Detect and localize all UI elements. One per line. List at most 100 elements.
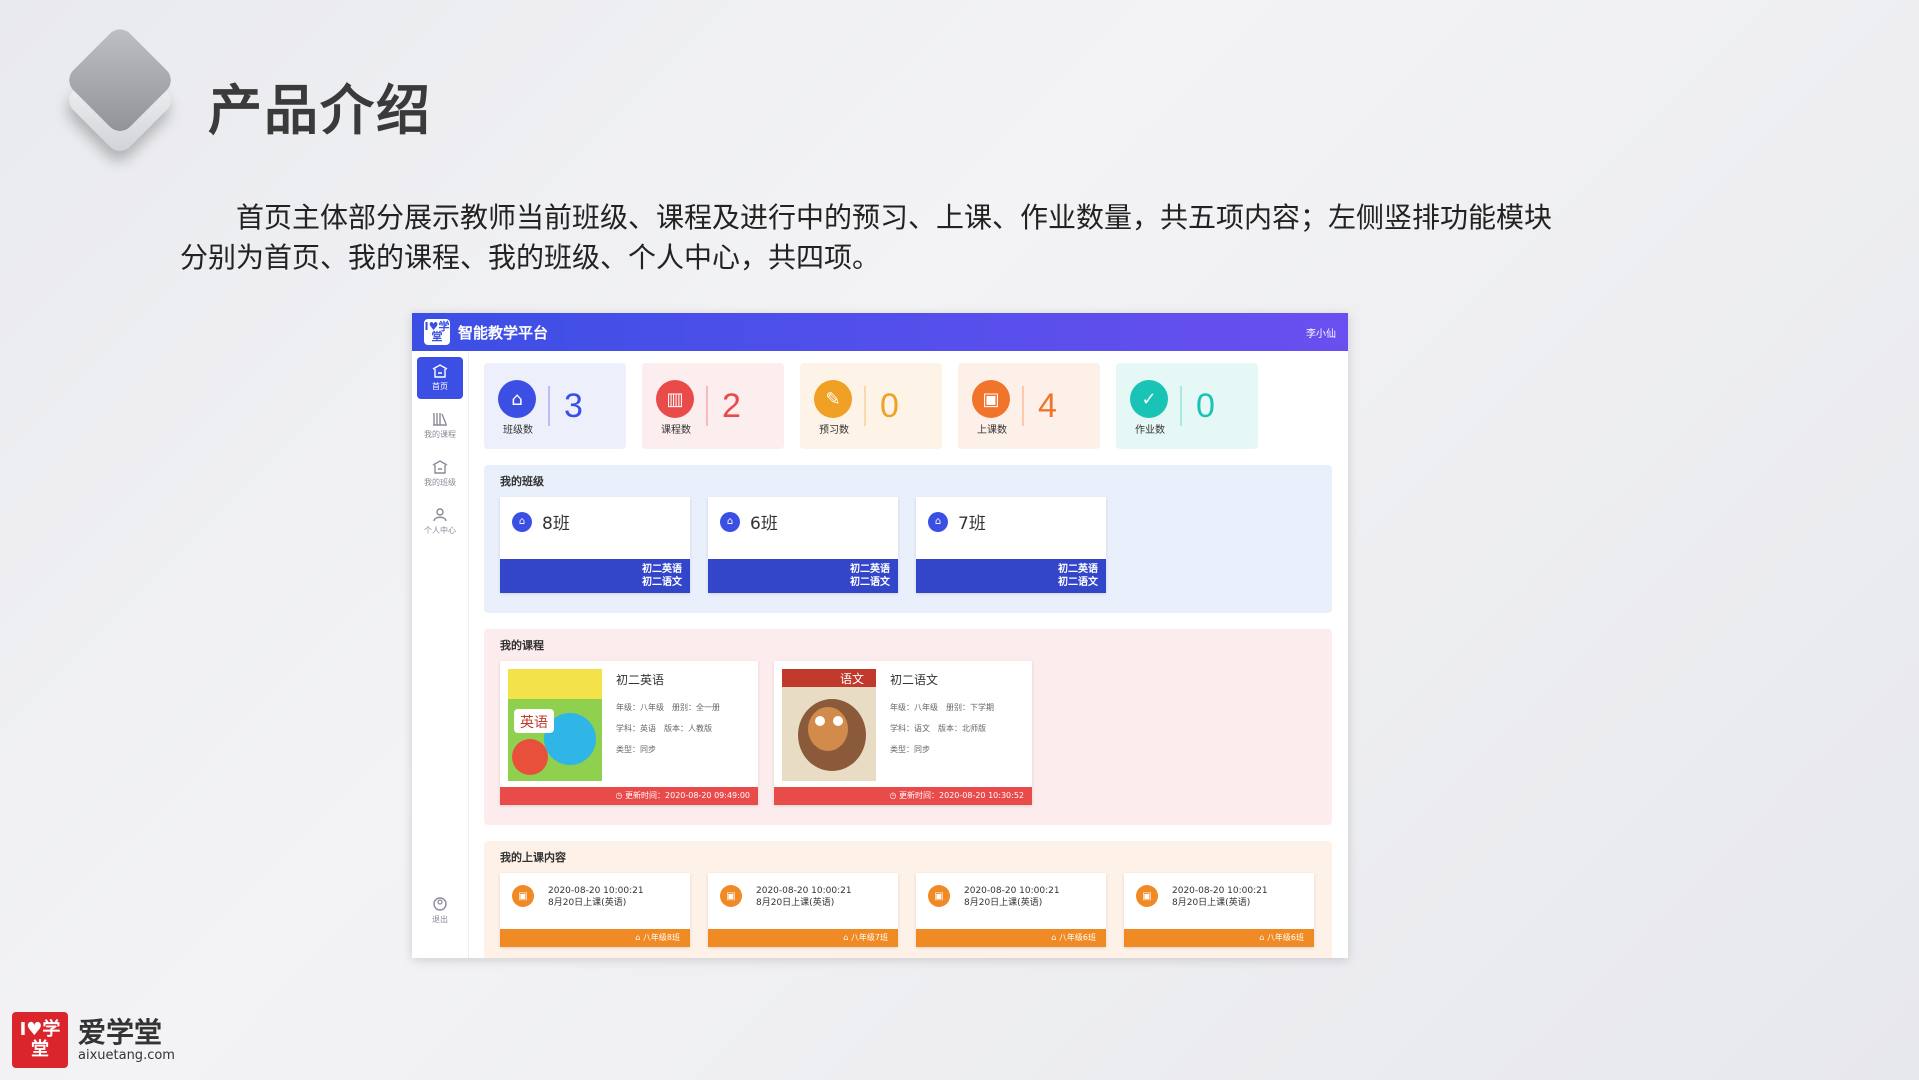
course-updated: ◷ 更新时间：2020-08-20 09:49:00 [500, 787, 758, 805]
sidebar-item-home[interactable]: 首页 [417, 357, 463, 399]
slide-description: 首页主体部分展示教师当前班级、课程及进行中的预习、上课、作业数量，共五项内容；左… [180, 201, 1553, 274]
panel-title: 我的班级 [500, 475, 544, 488]
course-card[interactable]: 语文 初二语文 年级：八年级 册别：下学期 学科：语文 版本：北师版 类型：同步… [774, 661, 1032, 805]
lesson-time: 2020-08-20 10:00:21 [1172, 886, 1268, 896]
lesson-icon: ▣ [928, 885, 950, 907]
main-content: ⌂ 3 班级数 ▥ 2 课程数 ✎ 0 预习数 ▣ 4 上课数 ✓ 0 作业数 … [484, 363, 1332, 958]
class-name: 6班 [750, 514, 778, 534]
sidebar-item-my-courses[interactable]: 我的课程 [417, 405, 463, 447]
lesson-desc: 8月20日上课(英语) [1172, 898, 1251, 908]
stat-value: 2 [722, 386, 741, 425]
stat-previews[interactable]: ✎ 0 预习数 [800, 363, 942, 449]
homework-icon: ✓ [1130, 380, 1168, 418]
lesson-desc: 8月20日上课(英语) [548, 898, 627, 908]
lesson-class: ⌂ 八年级8班 [500, 929, 690, 947]
lesson-class: ⌂ 八年级7班 [708, 929, 898, 947]
logout-button[interactable]: 退出 [417, 890, 463, 932]
sidebar-item-label: 我的班级 [424, 478, 456, 487]
brand-domain: aixuetang.com [78, 1047, 175, 1063]
course-name: 初二语文 [890, 673, 939, 687]
stat-value: 3 [564, 386, 583, 425]
lesson-icon: ▣ [972, 380, 1010, 418]
stat-value: 0 [880, 386, 899, 425]
course-meta-line: 学科：语文 版本：北师版 [890, 724, 986, 733]
home-icon [432, 364, 448, 378]
brand-logo: I♥学堂 [12, 1012, 68, 1068]
class-course: 初二语文 [1058, 577, 1098, 588]
stat-label: 课程数 [661, 425, 691, 436]
stat-label: 作业数 [1135, 425, 1165, 436]
class-name: 7班 [958, 514, 986, 534]
lesson-class: ⌂ 八年级6班 [1124, 929, 1314, 947]
logout-label: 退出 [432, 915, 448, 924]
sidebar-item-profile[interactable]: 个人中心 [417, 501, 463, 543]
course-name: 初二英语 [616, 673, 665, 687]
my-courses-panel: 我的课程 英语 初二英语 年级：八年级 册别：全一册 学科：英语 版本：人教版 [484, 629, 1332, 825]
class-course: 初二英语 [1058, 564, 1098, 575]
sidebar-item-my-classes[interactable]: 我的班级 [417, 453, 463, 495]
class-course: 初二语文 [642, 577, 682, 588]
class-course: 初二英语 [850, 564, 890, 575]
stat-courses[interactable]: ▥ 2 课程数 [642, 363, 784, 449]
user-name[interactable]: 李小仙 [1306, 325, 1336, 340]
app-screenshot: I♥学堂 智能教学平台 李小仙 首页 我的课程 我的班级 个人中心 退出 ⌂ 3… [412, 313, 1348, 958]
class-icon: ⌂ [498, 380, 536, 418]
lesson-card[interactable]: ▣ 2020-08-20 10:00:21 8月20日上课(英语) ⌂ 八年级7班 [708, 873, 898, 947]
sidebar-item-label: 个人中心 [424, 526, 456, 535]
lesson-time: 2020-08-20 10:00:21 [756, 886, 852, 896]
lesson-time: 2020-08-20 10:00:21 [548, 886, 644, 896]
cover-text: 语文 [840, 671, 864, 686]
class-card[interactable]: ⌂ 7班 初二英语 初二语文 [916, 497, 1106, 593]
lesson-desc: 8月20日上课(英语) [964, 898, 1043, 908]
class-card[interactable]: ⌂ 6班 初二英语 初二语文 [708, 497, 898, 593]
panel-title: 我的上课内容 [500, 851, 566, 864]
class-name: 8班 [542, 514, 570, 534]
user-icon [433, 508, 447, 522]
lesson-desc: 8月20日上课(英语) [756, 898, 835, 908]
stats-row: ⌂ 3 班级数 ▥ 2 课程数 ✎ 0 预习数 ▣ 4 上课数 ✓ 0 作业数 [484, 363, 1332, 449]
books-icon [433, 413, 447, 426]
stat-classes[interactable]: ⌂ 3 班级数 [484, 363, 626, 449]
class-icon [432, 460, 448, 474]
stat-value: 0 [1196, 386, 1215, 425]
app-header: I♥学堂 智能教学平台 李小仙 [412, 313, 1348, 351]
my-lessons-panel: 我的上课内容 ▣ 2020-08-20 10:00:21 8月20日上课(英语) … [484, 841, 1332, 958]
lesson-icon: ▣ [1136, 885, 1158, 907]
class-course: 初二语文 [850, 577, 890, 588]
lesson-card[interactable]: ▣ 2020-08-20 10:00:21 8月20日上课(英语) ⌂ 八年级6班 [916, 873, 1106, 947]
class-card[interactable]: ⌂ 8班 初二英语初二语文 [500, 497, 690, 593]
course-meta-line: 类型：同步 [616, 745, 656, 754]
lesson-time: 2020-08-20 10:00:21 [964, 886, 1060, 896]
stat-label: 班级数 [503, 425, 533, 436]
books-icon: ▥ [656, 380, 694, 418]
my-classes-panel: 我的班级 ⌂ 8班 初二英语 初二语文 ⌂ 6班 初二英语 初二语文 ⌂ 7班 初二英语初… [484, 465, 1332, 613]
course-updated: ◷ 更新时间：2020-08-20 10:30:52 [774, 787, 1032, 805]
panel-title: 我的课程 [500, 639, 544, 652]
course-meta-line: 年级：八年级 册别：全一册 [616, 703, 720, 712]
class-course: 初二英语 [642, 564, 682, 575]
brand-name: 爱学堂 [78, 1015, 163, 1049]
lesson-icon: ▣ [512, 885, 534, 907]
course-meta-line: 年级：八年级 册别：下学期 [890, 703, 994, 712]
lesson-class: ⌂ 八年级6班 [916, 929, 1106, 947]
lesson-icon: ▣ [720, 885, 742, 907]
course-cover-image: 英语 [508, 669, 602, 781]
course-card[interactable]: 英语 初二英语 年级：八年级 册别：全一册 学科：英语 版本：人教版 类型：同步… [500, 661, 758, 805]
sidebar-item-label: 首页 [432, 382, 448, 391]
brand-footer: I♥学堂 爱学堂 aixuetang.com [12, 1012, 175, 1068]
class-icon: ⌂ [512, 511, 532, 532]
stat-label: 上课数 [977, 425, 1007, 436]
stat-value: 4 [1038, 386, 1057, 425]
stat-homework[interactable]: ✓ 0 作业数 [1116, 363, 1258, 449]
stat-label: 预习数 [819, 425, 849, 436]
course-cover-image: 语文 [782, 669, 876, 781]
lesson-card[interactable]: ▣ 2020-08-20 10:00:21 8月20日上课(英语) ⌂ 八年级6班 [1124, 873, 1314, 947]
decorative-diamond [63, 43, 177, 157]
sidebar: 首页 我的课程 我的班级 个人中心 退出 [412, 351, 469, 958]
app-title: 智能教学平台 [458, 323, 549, 342]
stat-lessons[interactable]: ▣ 4 上课数 [958, 363, 1100, 449]
preview-icon: ✎ [814, 380, 852, 418]
lesson-card[interactable]: ▣ 2020-08-20 10:00:21 8月20日上课(英语) ⌂ 八年级8班 [500, 873, 690, 947]
slide-title: 产品介绍 [208, 79, 432, 142]
logout-icon [433, 897, 447, 911]
